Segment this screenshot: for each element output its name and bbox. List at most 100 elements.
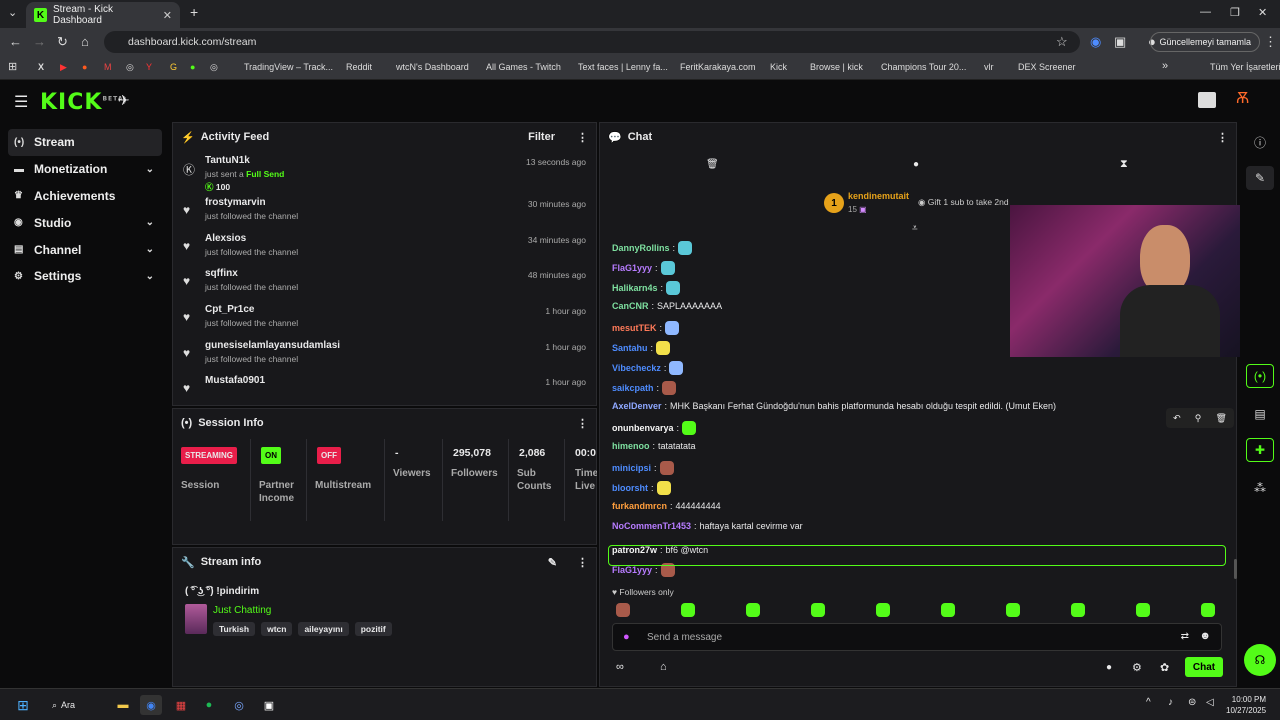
chat-emote[interactable] (656, 341, 671, 355)
category-link[interactable]: Just Chatting (213, 605, 271, 616)
reply-icon[interactable]: ↶ (1173, 413, 1181, 424)
chat-emote[interactable] (662, 381, 677, 395)
leaf-bookmark-icon[interactable]: ● (190, 62, 195, 72)
chat-username[interactable]: FlaG1yyy (612, 263, 652, 273)
chat-settings-bubble-icon[interactable]: ● (1106, 662, 1112, 673)
browser-tab[interactable]: K Stream - Kick Dashboard ✕ (26, 2, 180, 28)
mic-icon[interactable]: ● (623, 631, 630, 643)
chat-emote[interactable] (659, 461, 674, 475)
url-field[interactable]: dashboard.kick.com/stream (104, 31, 1080, 53)
scroll-down-icon[interactable]: ⩡ (912, 223, 918, 234)
bookmark-dexscreener[interactable]: DEX Screener (1018, 62, 1076, 72)
sidebar-item-achievements[interactable]: ♛ Achievements (8, 183, 162, 210)
store-icon[interactable]: ⌂ (660, 661, 667, 673)
emoji-icon[interactable]: ☻ (1199, 630, 1211, 642)
chat-username[interactable]: AxelDenver (612, 401, 662, 411)
gmail-bookmark-icon[interactable]: M (104, 62, 112, 72)
more-bookmarks-icon[interactable]: » (1162, 60, 1168, 72)
gear-icon[interactable]: ⚙ (1132, 661, 1142, 674)
chat-username[interactable]: DannyRollins (612, 243, 670, 253)
quick-emote[interactable] (876, 603, 890, 617)
circle-bookmark-icon[interactable]: ◎ (126, 62, 134, 73)
youtube-bookmark-icon[interactable]: ▶ (60, 62, 67, 73)
feed-user[interactable]: Alexsios (205, 233, 246, 244)
points-panel-icon[interactable]: ⁂ (1246, 476, 1274, 500)
gift-button-icon[interactable]: ✿ (1160, 661, 1169, 674)
chat-scrollbar[interactable] (1234, 559, 1237, 579)
close-tab-icon[interactable]: ✕ (163, 9, 172, 22)
edit-icon[interactable]: ✎ (1246, 166, 1274, 190)
quick-emote[interactable] (1136, 603, 1150, 617)
bookmark-vlr[interactable]: vlr (984, 62, 994, 72)
user-avatar-icon[interactable]: Ѫ (1236, 90, 1249, 108)
feed-user[interactable]: Cpt_Pr1ce (205, 304, 254, 315)
chat-username[interactable]: NoCommenTr1453 (612, 521, 691, 531)
x-bookmark-icon[interactable]: X (38, 62, 44, 72)
message-input[interactable]: ● Send a message ⇄ ☻ (612, 623, 1222, 651)
file-explorer-icon[interactable]: ▬ (112, 695, 134, 715)
home-icon[interactable]: ⌂ (81, 34, 89, 49)
quick-emote[interactable] (1201, 603, 1215, 617)
tag-chip[interactable]: aileyayını (298, 622, 349, 636)
quick-emote[interactable] (746, 603, 760, 617)
reload-icon[interactable]: ↻ (57, 34, 68, 50)
rocket-icon[interactable]: ✈ (118, 92, 130, 109)
kebab-menu-icon[interactable]: ⋮ (577, 417, 588, 430)
network-icon[interactable]: ⊜ (1188, 697, 1196, 708)
points-icon[interactable]: ∞ (616, 661, 624, 673)
sidebar-item-settings[interactable]: ⚙ Settings ⌄ (8, 263, 162, 290)
tray-chevron-icon[interactable]: ^ (1146, 697, 1151, 708)
quick-emote[interactable] (811, 603, 825, 617)
sidebar-item-channel[interactable]: ▤ Channel ⌄ (8, 236, 162, 263)
chat-username[interactable]: FlaG1yyy (612, 565, 652, 575)
feed-user[interactable]: frostymarvin (205, 197, 266, 208)
chat-username[interactable]: bloorsht (612, 483, 648, 493)
edit-pencil-icon[interactable]: ✎ (548, 556, 557, 569)
top-gifter-name[interactable]: kendinemutait (848, 191, 909, 201)
pin-icon[interactable]: ⚲ (1195, 413, 1202, 424)
extension-icon[interactable]: ◉ (1090, 34, 1101, 50)
chat-username[interactable]: himenoo (612, 441, 650, 451)
taskbar-search[interactable]: ⌕ Ara (52, 695, 104, 715)
chat-username[interactable]: Vibecheckz (612, 363, 661, 373)
bookmark-twitch[interactable]: All Games - Twitch (486, 62, 561, 72)
sidebar-item-monetization[interactable]: ▬ Monetization ⌄ (8, 156, 162, 183)
extensions-puzzle-icon[interactable]: ▣ (1114, 34, 1126, 50)
spotify-icon[interactable]: ● (198, 695, 220, 715)
tab-list-icon[interactable]: ⌄ (8, 6, 17, 19)
feed-user[interactable]: sqffinx (205, 268, 238, 279)
kebab-menu-icon[interactable]: ⋮ (577, 556, 588, 569)
reddit-small-icon[interactable]: ● (82, 62, 87, 72)
bookmark-reddit[interactable]: Reddit (346, 62, 372, 72)
globe-bookmark-icon[interactable]: ◎ (210, 62, 218, 73)
feed-user[interactable]: gunesiselamlayansudamlasi (205, 340, 340, 351)
feed-user[interactable]: Mustafa0901 (205, 375, 265, 386)
chat-emote[interactable] (660, 261, 675, 275)
new-tab-icon[interactable]: + (190, 4, 198, 20)
app2-icon[interactable]: ▣ (258, 695, 280, 715)
y-bookmark-icon[interactable]: Y (146, 62, 152, 72)
tag-chip[interactable]: Turkish (213, 622, 256, 636)
chat-emote[interactable] (666, 281, 681, 295)
close-window-icon[interactable]: ✕ (1258, 6, 1267, 19)
kebab-menu-icon[interactable]: ⋮ (1217, 131, 1228, 144)
bookmark-textfaces[interactable]: Text faces | Lenny fa... (578, 62, 668, 72)
bookmark-tradingview[interactable]: TradingView – Track... (244, 62, 333, 72)
chat-emote[interactable] (682, 421, 697, 435)
send-chat-button[interactable]: Chat (1185, 657, 1223, 677)
bookmark-wtcn-dashboard[interactable]: wtcN's Dashboard (396, 62, 469, 72)
steam-icon[interactable]: ◎ (228, 695, 250, 715)
kick-studio-icon[interactable] (1198, 92, 1216, 108)
all-bookmarks[interactable]: Tüm Yer İşaretleri (1210, 62, 1280, 72)
kick-logo[interactable]: KICKBETA (40, 90, 123, 115)
chat-emote[interactable] (656, 481, 671, 495)
wrench-panel-icon[interactable]: ✚ (1246, 438, 1274, 462)
clock[interactable]: 10:00 PM 10/27/2025 (1226, 694, 1266, 716)
quick-emote[interactable] (941, 603, 955, 617)
translate-icon[interactable]: ⇄ (1181, 631, 1189, 642)
tag-chip[interactable]: pozitif (354, 622, 392, 636)
quick-emote[interactable] (616, 603, 630, 617)
browser-menu-icon[interactable]: ⋮ (1264, 34, 1277, 50)
volume-icon[interactable]: ◁ (1206, 697, 1214, 708)
bookmark-star-icon[interactable]: ☆ (1056, 34, 1068, 50)
